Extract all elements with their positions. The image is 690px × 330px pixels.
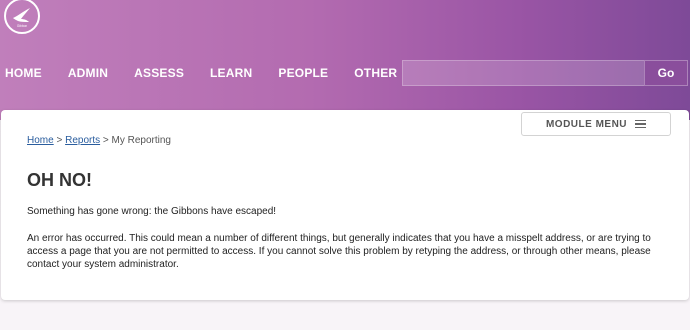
page-title: OH NO! [27,170,92,190]
nav-other[interactable]: OTHER [354,62,397,84]
breadcrumb: Home > Reports > My Reporting [27,135,171,146]
nav-admin[interactable]: ADMIN [68,62,108,84]
svg-text:Gibbon: Gibbon [17,24,28,28]
breadcrumb-reports-link[interactable]: Reports [65,135,100,146]
gibbon-logo[interactable]: Gibbon [4,0,40,34]
nav-people[interactable]: PEOPLE [278,62,328,84]
breadcrumb-current: My Reporting [111,135,171,146]
nav-home[interactable]: HOME [5,62,42,84]
header-bar: Gibbon HOME ADMIN ASSESS LEARN PEOPLE OT… [0,0,690,120]
breadcrumb-separator: > [56,135,63,146]
nav-learn[interactable]: LEARN [210,62,252,84]
error-message: Something has gone wrong: the Gibbons ha… [27,206,277,217]
main-nav: HOME ADMIN ASSESS LEARN PEOPLE OTHER [0,62,418,84]
hamburger-icon [635,118,647,131]
search-go-button[interactable]: Go [644,60,688,86]
module-menu-button[interactable]: MODULE MENU [521,112,671,136]
error-detail: An error has occurred. This could mean a… [27,233,651,270]
module-menu-label: MODULE MENU [545,118,628,130]
search-input[interactable] [402,60,644,86]
breadcrumb-separator: > [102,135,109,146]
gibbon-logo-icon: Gibbon [13,8,30,28]
nav-assess[interactable]: ASSESS [134,62,184,84]
breadcrumb-home-link[interactable]: Home [27,135,54,146]
